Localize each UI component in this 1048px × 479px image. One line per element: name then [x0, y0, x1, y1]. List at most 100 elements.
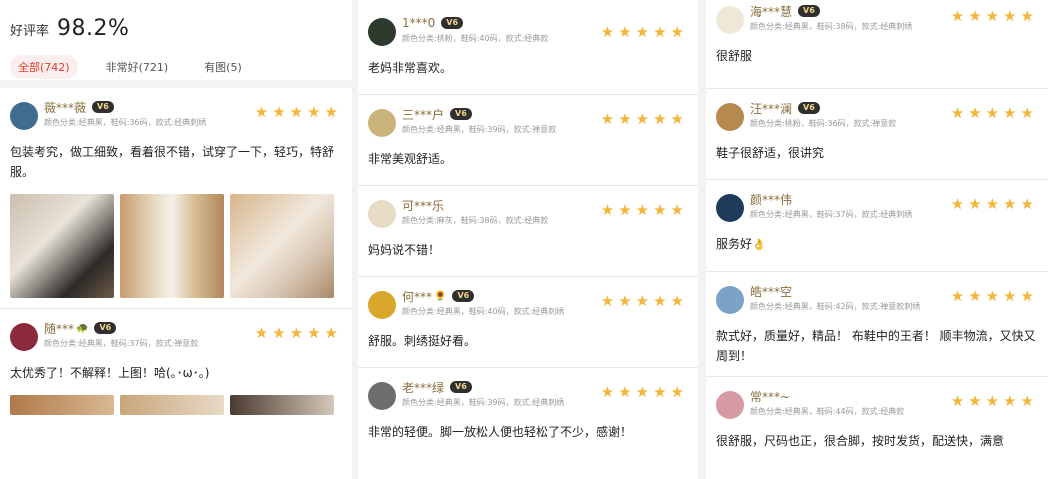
reviewer-name: 何*** — [402, 289, 433, 304]
star-icon: ★ — [985, 195, 1000, 213]
filter-very-good-button[interactable]: 非常好(721) — [98, 55, 177, 79]
review-item[interactable]: 薇***薇 V6 颜色分类:经典黑，鞋码:36码，款式:经典刺绣 ★ ★ ★ ★ ★ 包… — [0, 88, 352, 309]
sunflower-icon: 🌻 — [434, 290, 447, 302]
avatar[interactable] — [716, 194, 744, 222]
star-icon: ★ — [950, 287, 965, 305]
star-icon: ★ — [1020, 195, 1034, 213]
star-icon: ★ — [968, 392, 982, 410]
star-icon: ★ — [289, 103, 304, 121]
review-photo[interactable] — [230, 194, 334, 298]
review-photo[interactable] — [10, 194, 114, 298]
avatar[interactable] — [368, 18, 396, 46]
vip-level-badge: V6 — [798, 5, 820, 17]
star-icon: ★ — [1003, 287, 1017, 305]
star-icon: ★ — [618, 23, 632, 41]
review-item[interactable]: 老***绿 V6 颜色分类:经典黑，鞋码:39码，款式:经典刺绣 ★ ★ ★ ★ ★ 非… — [358, 368, 698, 452]
reviewer-name: 老***绿 — [402, 380, 445, 395]
review-photos — [10, 395, 342, 415]
review-photo[interactable] — [10, 395, 114, 415]
star-icon: ★ — [272, 103, 286, 121]
star-icon: ★ — [635, 110, 650, 128]
avatar[interactable] — [10, 102, 38, 130]
star-icon: ★ — [985, 7, 1000, 25]
review-item[interactable]: 皓***空 颜色分类:经典黑，鞋码:42码，款式:禅意款刺绣 ★ ★ ★ ★ ★ 款式好… — [706, 272, 1048, 377]
avatar[interactable] — [716, 103, 744, 131]
star-icon: ★ — [1003, 7, 1017, 25]
review-photo[interactable] — [230, 395, 334, 415]
star-icon: ★ — [254, 103, 269, 121]
star-icon: ★ — [968, 287, 982, 305]
avatar[interactable] — [368, 291, 396, 319]
positive-rate-value: 98.2% — [57, 16, 130, 41]
star-icon: ★ — [289, 324, 304, 342]
turtle-icon: 🐢 — [76, 322, 89, 334]
review-text: 很舒服 — [716, 49, 753, 63]
review-photo[interactable] — [120, 395, 224, 415]
column-divider — [698, 0, 706, 479]
star-icon: ★ — [950, 195, 965, 213]
star-icon: ★ — [324, 324, 338, 342]
star-rating: ★ ★ ★ ★ ★ — [597, 202, 684, 218]
avatar[interactable] — [716, 6, 744, 34]
star-icon: ★ — [1020, 392, 1034, 410]
filter-all-button[interactable]: 全部(742) — [10, 55, 78, 79]
star-icon: ★ — [1020, 104, 1034, 122]
star-icon: ★ — [600, 292, 615, 310]
star-rating: ★ ★ ★ ★ ★ — [251, 104, 338, 120]
star-icon: ★ — [1003, 104, 1017, 122]
review-item[interactable]: 随*** 🐢 V6 颜色分类:经典黑，鞋码:37码，款式:禅意款 ★ ★ ★ ★ ★ 太… — [0, 309, 352, 425]
star-icon: ★ — [653, 23, 667, 41]
star-icon: ★ — [985, 287, 1000, 305]
review-text: 服务好👌 — [716, 234, 1038, 255]
avatar[interactable] — [368, 382, 396, 410]
review-text: 非常美观舒适。 — [368, 152, 453, 166]
review-photos — [10, 194, 342, 298]
star-rating: ★ ★ ★ ★ ★ — [947, 393, 1034, 409]
star-icon: ★ — [950, 104, 965, 122]
star-rating: ★ ★ ★ ★ ★ — [947, 288, 1034, 304]
review-text: 款式好，质量好，精品！ 布鞋中的王者！ 顺丰物流，又快又周到！ — [716, 329, 1036, 363]
avatar[interactable] — [716, 286, 744, 314]
star-icon: ★ — [985, 104, 1000, 122]
review-text: 太优秀了！不解释！上图！哈(｡･ω･｡) — [10, 366, 210, 380]
star-icon: ★ — [635, 201, 650, 219]
star-icon: ★ — [324, 103, 338, 121]
star-icon: ★ — [254, 324, 269, 342]
review-item[interactable]: 汪***澜 V6 颜色分类:桃粉，鞋码:36码，款式:禅意款 ★ ★ ★ ★ ★ 鞋子很… — [706, 89, 1048, 180]
vip-level-badge: V6 — [441, 17, 464, 29]
review-text: 舒服。刺绣挺好看。 — [368, 334, 477, 348]
star-icon: ★ — [670, 23, 684, 41]
star-rating: ★ ★ ★ ★ ★ — [947, 196, 1034, 212]
reviewer-name: 海***慧 — [750, 4, 793, 19]
star-rating: ★ ★ ★ ★ ★ — [597, 24, 684, 40]
review-item[interactable]: 颜***伟 颜色分类:经典黑，鞋码:37码，款式:经典刺绣 ★ ★ ★ ★ ★ 服务好👌 — [706, 180, 1048, 272]
review-item[interactable]: 1***0 V6 颜色分类:桃粉，鞋码:40码，款式:经典款 ★ ★ ★ ★ ★ 老妈非… — [358, 0, 698, 95]
reviewer-name: 皓***空 — [750, 284, 793, 299]
star-icon: ★ — [635, 383, 650, 401]
star-icon: ★ — [950, 7, 965, 25]
star-icon: ★ — [1003, 392, 1017, 410]
star-icon: ★ — [618, 110, 632, 128]
star-icon: ★ — [600, 201, 615, 219]
avatar[interactable] — [368, 200, 396, 228]
review-text: 鞋子很舒适，很讲究 — [716, 146, 825, 160]
star-icon: ★ — [1003, 195, 1017, 213]
review-item[interactable]: 常***~ 颜色分类:经典黑，鞋码:44码，款式:经典款 ★ ★ ★ ★ ★ 很舒服，尺… — [706, 377, 1048, 461]
star-icon: ★ — [968, 7, 982, 25]
review-item[interactable]: 何*** 🌻 V6 颜色分类:经典黑，鞋码:40码，款式:经典刺绣 ★ ★ ★ ★ ★ … — [358, 277, 698, 368]
avatar[interactable] — [10, 323, 38, 351]
filter-with-photos-button[interactable]: 有图(5) — [196, 55, 250, 79]
avatar[interactable] — [368, 109, 396, 137]
star-icon: ★ — [653, 110, 667, 128]
reviewer-name: 薇***薇 — [44, 100, 87, 115]
reviewer-name: 随*** — [44, 321, 75, 336]
review-item[interactable]: 三***户 V6 颜色分类:经典黑，鞋码:39码，款式:禅意款 ★ ★ ★ ★ ★ 非常… — [358, 95, 698, 186]
star-rating: ★ ★ ★ ★ ★ — [947, 8, 1034, 24]
star-icon: ★ — [1020, 7, 1034, 25]
review-item[interactable]: 可***乐 颜色分类:麻灰，鞋码:38码，款式:经典款 ★ ★ ★ ★ ★ 妈妈说不错！ — [358, 186, 698, 277]
star-rating: ★ ★ ★ ★ ★ — [597, 293, 684, 309]
review-photo[interactable] — [120, 194, 224, 298]
avatar[interactable] — [716, 391, 744, 419]
review-item[interactable]: 海***慧 V6 颜色分类:经典黑，鞋码:38码，款式:经典刺绣 ★ ★ ★ ★ ★ 很… — [706, 0, 1048, 89]
star-rating: ★ ★ ★ ★ ★ — [251, 325, 338, 341]
